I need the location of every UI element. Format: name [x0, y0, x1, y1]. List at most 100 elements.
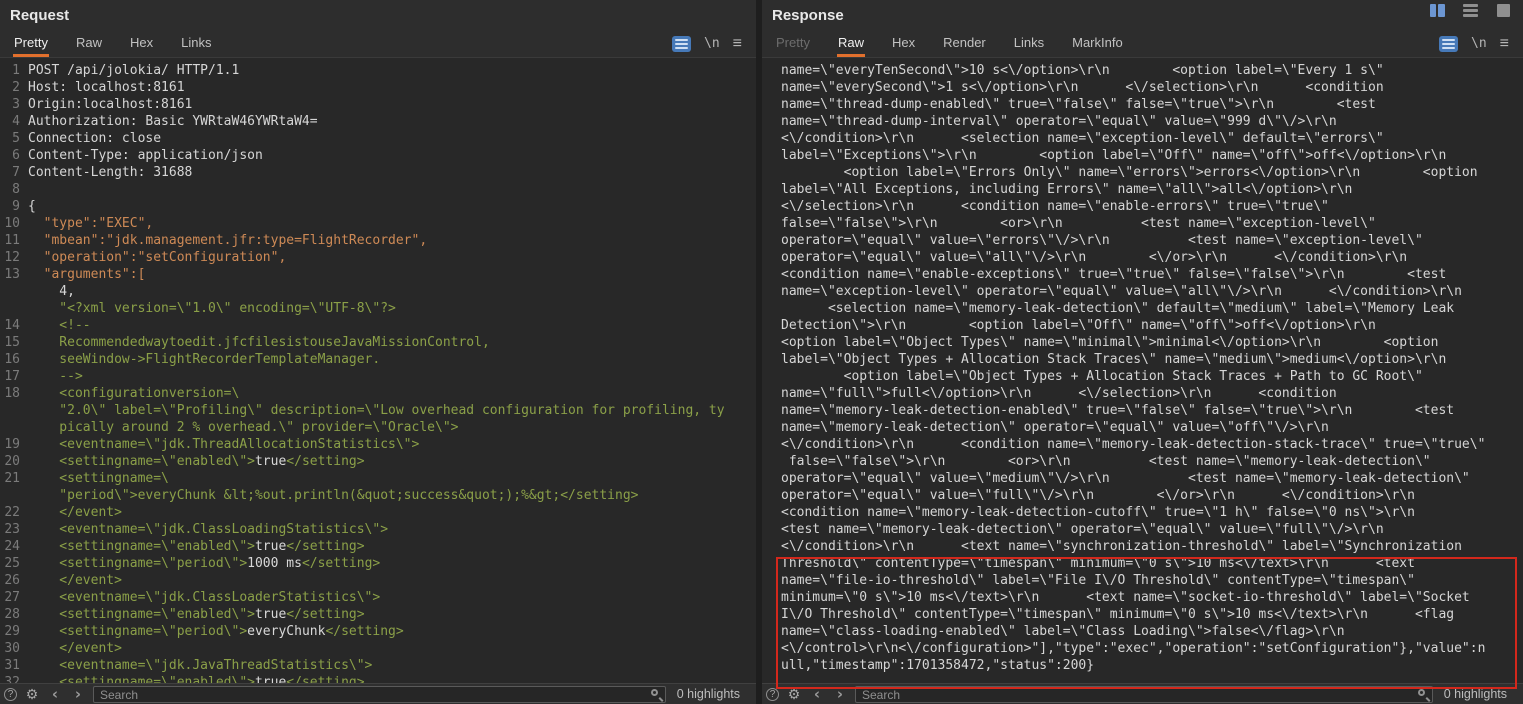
response-tab-render[interactable]: Render — [942, 30, 987, 57]
code-line: 18 <configurationversion=\ — [0, 385, 756, 402]
code-line: name=\"full\">full<\/option>\r\n <\/sele… — [762, 385, 1523, 402]
code-line: name=\"file-io-threshold\" label=\"File … — [762, 572, 1523, 589]
code-line: false=\"false\">\r\n <or>\r\n <test name… — [762, 215, 1523, 232]
search-input[interactable] — [93, 686, 666, 703]
code-line: <\/condition>\r\n <condition name=\"memo… — [762, 436, 1523, 453]
code-line: 29 <settingname=\"period\">everyChunk</s… — [0, 623, 756, 640]
response-panel-title: Response — [762, 0, 1523, 30]
line-number: 13 — [0, 266, 20, 283]
search-help-icon[interactable]: ? — [766, 688, 779, 701]
request-searchbox — [93, 686, 666, 703]
line-number: 6 — [0, 147, 20, 164]
request-editor[interactable]: 1POST /api/jolokia/ HTTP/1.12Host: local… — [0, 58, 756, 683]
code-line: 10 "type":"EXEC", — [0, 215, 756, 232]
line-number: 1 — [0, 62, 20, 79]
code-line: 3Origin:localhost:8161 — [0, 96, 756, 113]
request-tab-raw[interactable]: Raw — [75, 30, 103, 57]
line-number: 23 — [0, 521, 20, 538]
code-line: 5Connection: close — [0, 130, 756, 147]
line-number: 32 — [0, 674, 20, 683]
code-line: 32 <settingname=\"enabled\">true</settin… — [0, 674, 756, 683]
request-tabs: Pretty Raw Hex Links — [0, 30, 225, 57]
line-number: 17 — [0, 368, 20, 385]
response-tab-raw[interactable]: Raw — [837, 30, 865, 57]
show-nonprintables-icon[interactable]: \n — [704, 36, 720, 51]
response-editor-icons: \n ≡ — [1439, 30, 1509, 57]
http-message-editor-window: Request Pretty Raw Hex Links \n ≡ 1POST /ap… — [0, 0, 1523, 704]
line-number: 25 — [0, 555, 20, 572]
code-line: "2.0\" label=\"Profiling\" description=\… — [0, 402, 756, 419]
code-line: <\/selection>\r\n <condition name=\"enab… — [762, 198, 1523, 215]
line-number: 12 — [0, 249, 20, 266]
code-line: Threshold\" contentType=\"timespan\" min… — [762, 555, 1523, 572]
code-line: "period\">everyChunk &lt;%out.println(&q… — [0, 487, 756, 504]
pretty-print-icon[interactable] — [1439, 36, 1458, 52]
code-line: 2Host: localhost:8161 — [0, 79, 756, 96]
code-line: "<?xml version=\"1.0\" encoding=\"UTF-8\… — [0, 300, 756, 317]
line-number: 31 — [0, 657, 20, 674]
request-tab-links[interactable]: Links — [180, 30, 212, 57]
code-line: <test name=\"memory-leak-detection\" ope… — [762, 521, 1523, 538]
code-line: operator=\"equal\" value=\"medium\"\/>\r… — [762, 470, 1523, 487]
code-line: 14 <!-- — [0, 317, 756, 334]
code-line: label=\"All Exceptions, including Errors… — [762, 181, 1523, 198]
layout-single-button[interactable] — [1492, 3, 1514, 18]
code-line: 11 "mbean":"jdk.management.jfr:type=Flig… — [0, 232, 756, 249]
request-panel-title: Request — [0, 0, 756, 30]
code-line: name=\"memory-leak-detection\" operator=… — [762, 419, 1523, 436]
response-panel: Response Pretty Raw Hex Render Links MarkInfo… — [762, 0, 1523, 704]
response-tabs: Pretty Raw Hex Render Links MarkInfo — [762, 30, 1137, 57]
pretty-print-icon[interactable] — [672, 36, 691, 52]
line-number: 14 — [0, 317, 20, 334]
next-match-icon[interactable]: › — [70, 686, 86, 702]
response-editor[interactable]: name=\"everyTenSecond\">10 s<\/option>\r… — [762, 58, 1523, 683]
code-line: name=\"everyTenSecond\">10 s<\/option>\r… — [762, 62, 1523, 79]
code-line: 22 </event> — [0, 504, 756, 521]
show-nonprintables-icon[interactable]: \n — [1471, 36, 1487, 51]
code-line: label=\"Exceptions\">\r\n <option label=… — [762, 147, 1523, 164]
layout-rows-button[interactable] — [1459, 3, 1481, 18]
magnifier-icon — [1418, 689, 1425, 696]
editor-menu-icon[interactable]: ≡ — [1500, 36, 1509, 52]
code-line: 7Content-Length: 31688 — [0, 164, 756, 181]
response-tab-pretty[interactable]: Pretty — [775, 30, 811, 57]
code-line: operator=\"equal\" value=\"all\"\/>\r\n … — [762, 249, 1523, 266]
code-line: 9{ — [0, 198, 756, 215]
code-line: 21 <settingname=\ — [0, 470, 756, 487]
code-line: 6Content-Type: application/json — [0, 147, 756, 164]
code-line: 20 <settingname=\"enabled\">true</settin… — [0, 453, 756, 470]
code-line: 17 --> — [0, 368, 756, 385]
next-match-icon[interactable]: › — [832, 686, 848, 702]
response-tab-links[interactable]: Links — [1013, 30, 1045, 57]
editor-menu-icon[interactable]: ≡ — [733, 36, 742, 52]
previous-match-icon[interactable]: ‹ — [47, 686, 63, 702]
magnifier-icon — [651, 689, 658, 696]
search-input[interactable] — [855, 686, 1433, 703]
search-settings-icon[interactable]: ⚙ — [786, 686, 802, 702]
code-line: label=\"Object Types + Allocation Stack … — [762, 351, 1523, 368]
line-number: 29 — [0, 623, 20, 640]
line-number: 5 — [0, 130, 20, 147]
code-line: 13 "arguments":[ — [0, 266, 756, 283]
search-settings-icon[interactable]: ⚙ — [24, 686, 40, 702]
code-line: <condition name=\"enable-exceptions\" tr… — [762, 266, 1523, 283]
line-number: 2 — [0, 79, 20, 96]
request-editor-icons: \n ≡ — [672, 30, 742, 57]
code-line: name=\"everySecond\">1 s<\/option>\r\n <… — [762, 79, 1523, 96]
code-line: <selection name=\"memory-leak-detection\… — [762, 300, 1523, 317]
line-number: 30 — [0, 640, 20, 657]
layout-columns-button[interactable] — [1426, 3, 1448, 18]
request-tab-pretty[interactable]: Pretty — [13, 30, 49, 57]
search-help-icon[interactable]: ? — [4, 688, 17, 701]
code-line: ull,"timestamp":1701358472,"status":200} — [762, 657, 1523, 674]
previous-match-icon[interactable]: ‹ — [809, 686, 825, 702]
line-number: 7 — [0, 164, 20, 181]
code-line: name=\"memory-leak-detection-enabled\" t… — [762, 402, 1523, 419]
response-tab-markinfo[interactable]: MarkInfo — [1071, 30, 1124, 57]
request-tab-hex[interactable]: Hex — [129, 30, 154, 57]
code-line: 31 <eventname=\"jdk.JavaThreadStatistics… — [0, 657, 756, 674]
response-search-bar: ? ⚙ ‹ › 0 highlights — [762, 683, 1523, 704]
response-tab-hex[interactable]: Hex — [891, 30, 916, 57]
code-line: <option label=\"Object Types + Allocatio… — [762, 368, 1523, 385]
code-line: 4, — [0, 283, 756, 300]
